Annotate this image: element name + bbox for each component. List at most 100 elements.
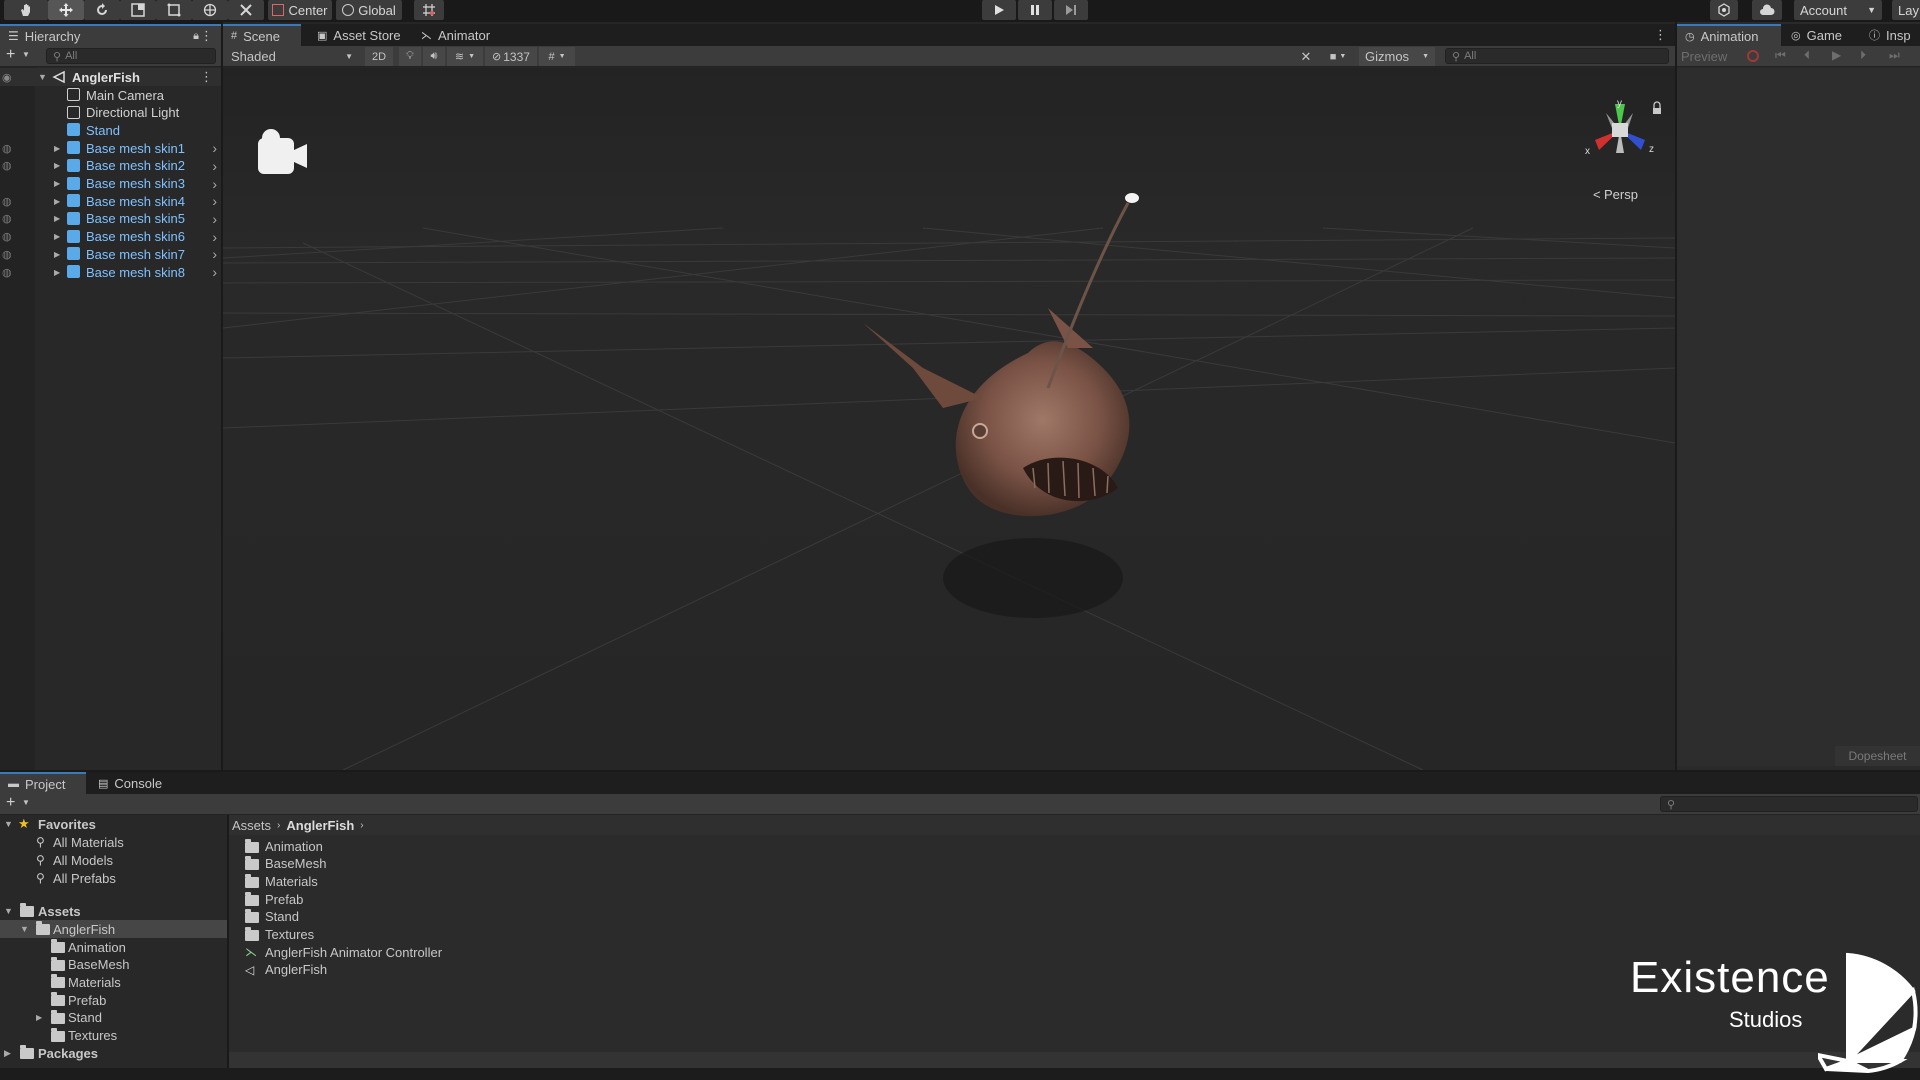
tree-folder-item[interactable]: ▶ Stand: [0, 1009, 227, 1027]
chevron-right-icon[interactable]: ›: [212, 193, 217, 209]
eye-hidden-icon[interactable]: ◍: [2, 212, 12, 225]
file-item[interactable]: Animation: [245, 837, 745, 855]
lock-icon[interactable]: 🔒︎: [193, 30, 199, 43]
gizmos-dropdown[interactable]: Gizmos ▼: [1359, 47, 1435, 66]
more-options-icon[interactable]: ⋮: [200, 28, 213, 44]
account-dropdown[interactable]: Account ▼: [1794, 0, 1882, 20]
prev-key-icon[interactable]: ⏴: [1804, 48, 1810, 63]
pivot-center-toggle[interactable]: Center: [268, 0, 332, 20]
favorite-item[interactable]: ⚲ All Prefabs: [0, 869, 227, 887]
camera-dropdown[interactable]: ■ ▼: [1321, 47, 1355, 66]
tab-inspector[interactable]: ⓘ Insp: [1861, 24, 1920, 46]
chevron-down-icon[interactable]: ▼: [22, 798, 30, 807]
chevron-right-icon[interactable]: ›: [212, 158, 217, 174]
tab-animator[interactable]: ⋋ Animator: [413, 24, 503, 46]
tab-scene[interactable]: # Scene: [223, 24, 301, 46]
add-icon[interactable]: +: [6, 46, 15, 64]
rotate-tool-button[interactable]: [84, 0, 120, 20]
file-item[interactable]: ⋋ AnglerFish Animator Controller: [245, 943, 745, 961]
hierarchy-item[interactable]: ◍ ▶ Base mesh skin8 ›: [0, 263, 221, 281]
next-key-icon[interactable]: ⏵: [1860, 48, 1866, 63]
pivot-global-toggle[interactable]: Global: [336, 0, 402, 20]
add-icon[interactable]: +: [6, 794, 15, 812]
file-item[interactable]: BaseMesh: [245, 855, 745, 873]
scene-search-input[interactable]: ⚲ All: [1445, 48, 1669, 64]
cloud-button[interactable]: [1752, 0, 1782, 20]
tab-project[interactable]: ▬ Project: [0, 772, 86, 794]
chevron-right-icon[interactable]: ▶: [54, 250, 60, 259]
grid-snap-button[interactable]: [414, 0, 444, 20]
scene-viewport[interactable]: y x z < Persp: [223, 68, 1675, 770]
lighting-toggle[interactable]: 💡︎: [399, 47, 421, 66]
favorite-item[interactable]: ⚲ All Materials: [0, 833, 227, 851]
hierarchy-item[interactable]: Stand: [0, 121, 221, 139]
tree-folder-item[interactable]: Textures: [0, 1027, 227, 1045]
hierarchy-item[interactable]: Main Camera: [0, 86, 221, 104]
hierarchy-item[interactable]: ◍ ▶ Base mesh skin5 ›: [0, 210, 221, 228]
chevron-right-icon[interactable]: ▶: [54, 179, 60, 188]
play-icon[interactable]: ▶: [1832, 48, 1841, 62]
tree-folder-item[interactable]: Prefab: [0, 991, 227, 1009]
move-tool-button[interactable]: [48, 0, 84, 20]
hierarchy-item[interactable]: ◍ ▶ Base mesh skin7 ›: [0, 245, 221, 263]
file-item[interactable]: Textures: [245, 926, 745, 944]
tab-game[interactable]: ◎ Game: [1783, 24, 1857, 46]
chevron-right-icon[interactable]: ›: [212, 211, 217, 227]
eye-hidden-icon[interactable]: ◍: [2, 195, 12, 208]
file-item[interactable]: Prefab: [245, 890, 745, 908]
play-button[interactable]: [982, 0, 1016, 20]
assets-row[interactable]: ▼ Assets: [0, 902, 227, 920]
collab-button[interactable]: [1710, 0, 1738, 20]
file-item[interactable]: Materials: [245, 872, 745, 890]
chevron-right-icon[interactable]: ▶: [54, 161, 60, 170]
eye-hidden-icon[interactable]: ◍: [2, 248, 12, 261]
custom-tool-button[interactable]: [228, 0, 264, 20]
eye-hidden-icon[interactable]: ◍: [2, 266, 12, 279]
tree-folder-item[interactable]: Materials: [0, 973, 227, 991]
more-options-icon[interactable]: ⋮: [1654, 27, 1667, 43]
hierarchy-item[interactable]: ◍ ▶ Base mesh skin1 ›: [0, 139, 221, 157]
file-item[interactable]: Stand: [245, 908, 745, 926]
preview-button[interactable]: Preview: [1681, 49, 1727, 64]
packages-row[interactable]: ▶ Packages: [0, 1044, 227, 1062]
hierarchy-item[interactable]: ▶ Base mesh skin3 ›: [0, 175, 221, 193]
breadcrumb-assets[interactable]: Assets: [232, 818, 271, 833]
chevron-right-icon[interactable]: ›: [212, 229, 217, 245]
step-button[interactable]: [1054, 0, 1088, 20]
chevron-right-icon[interactable]: ›: [212, 246, 217, 262]
eye-hidden-icon[interactable]: ◍: [2, 230, 12, 243]
hierarchy-item[interactable]: Directional Light: [0, 104, 221, 122]
mode-2d-toggle[interactable]: 2D: [365, 47, 393, 66]
last-key-icon[interactable]: ⏭: [1889, 48, 1900, 63]
more-options-icon[interactable]: ⋮: [200, 69, 213, 85]
hierarchy-item[interactable]: ◍ ▶ Base mesh skin2 ›: [0, 157, 221, 175]
breadcrumb-anglerfish[interactable]: AnglerFish: [286, 818, 354, 833]
record-icon[interactable]: [1747, 50, 1759, 62]
chevron-right-icon[interactable]: ▶: [54, 232, 60, 241]
chevron-down-icon[interactable]: ▼: [22, 50, 30, 59]
rect-tool-button[interactable]: [156, 0, 192, 20]
favorite-item[interactable]: ⚲ All Models: [0, 851, 227, 869]
scale-tool-button[interactable]: [120, 0, 156, 20]
chevron-right-icon[interactable]: ▶: [54, 144, 60, 153]
layers-dropdown[interactable]: Lay: [1892, 0, 1920, 20]
file-item[interactable]: ◁ AnglerFish: [245, 961, 745, 979]
dopesheet-button[interactable]: Dopesheet: [1835, 746, 1920, 766]
pause-button[interactable]: [1018, 0, 1052, 20]
chevron-right-icon[interactable]: ▶: [54, 214, 60, 223]
favorites-row[interactable]: ▼ ★ Favorites: [0, 815, 227, 833]
chevron-right-icon[interactable]: ▶: [36, 1013, 42, 1022]
shading-mode-dropdown[interactable]: Shaded ▼: [227, 48, 357, 65]
tab-asset-store[interactable]: ▣ Asset Store: [309, 24, 409, 46]
hierarchy-item[interactable]: ◍ ▶ Base mesh skin4 ›: [0, 192, 221, 210]
tab-animation[interactable]: ◷ Animation: [1677, 24, 1781, 46]
persp-chevron-icon[interactable]: <: [1593, 187, 1601, 202]
anglerfish-folder-row[interactable]: ▼ AnglerFish: [0, 920, 227, 938]
hand-tool-button[interactable]: [4, 0, 48, 20]
tools-button[interactable]: ✕: [1295, 47, 1317, 66]
chevron-right-icon[interactable]: ›: [212, 176, 217, 192]
chevron-right-icon[interactable]: ›: [212, 264, 217, 280]
hierarchy-root-row[interactable]: ◉ ▼ AnglerFish ⋮: [0, 68, 221, 86]
eye-hidden-icon[interactable]: ◍: [2, 159, 12, 172]
hierarchy-search-input[interactable]: ⚲ All: [46, 48, 216, 64]
